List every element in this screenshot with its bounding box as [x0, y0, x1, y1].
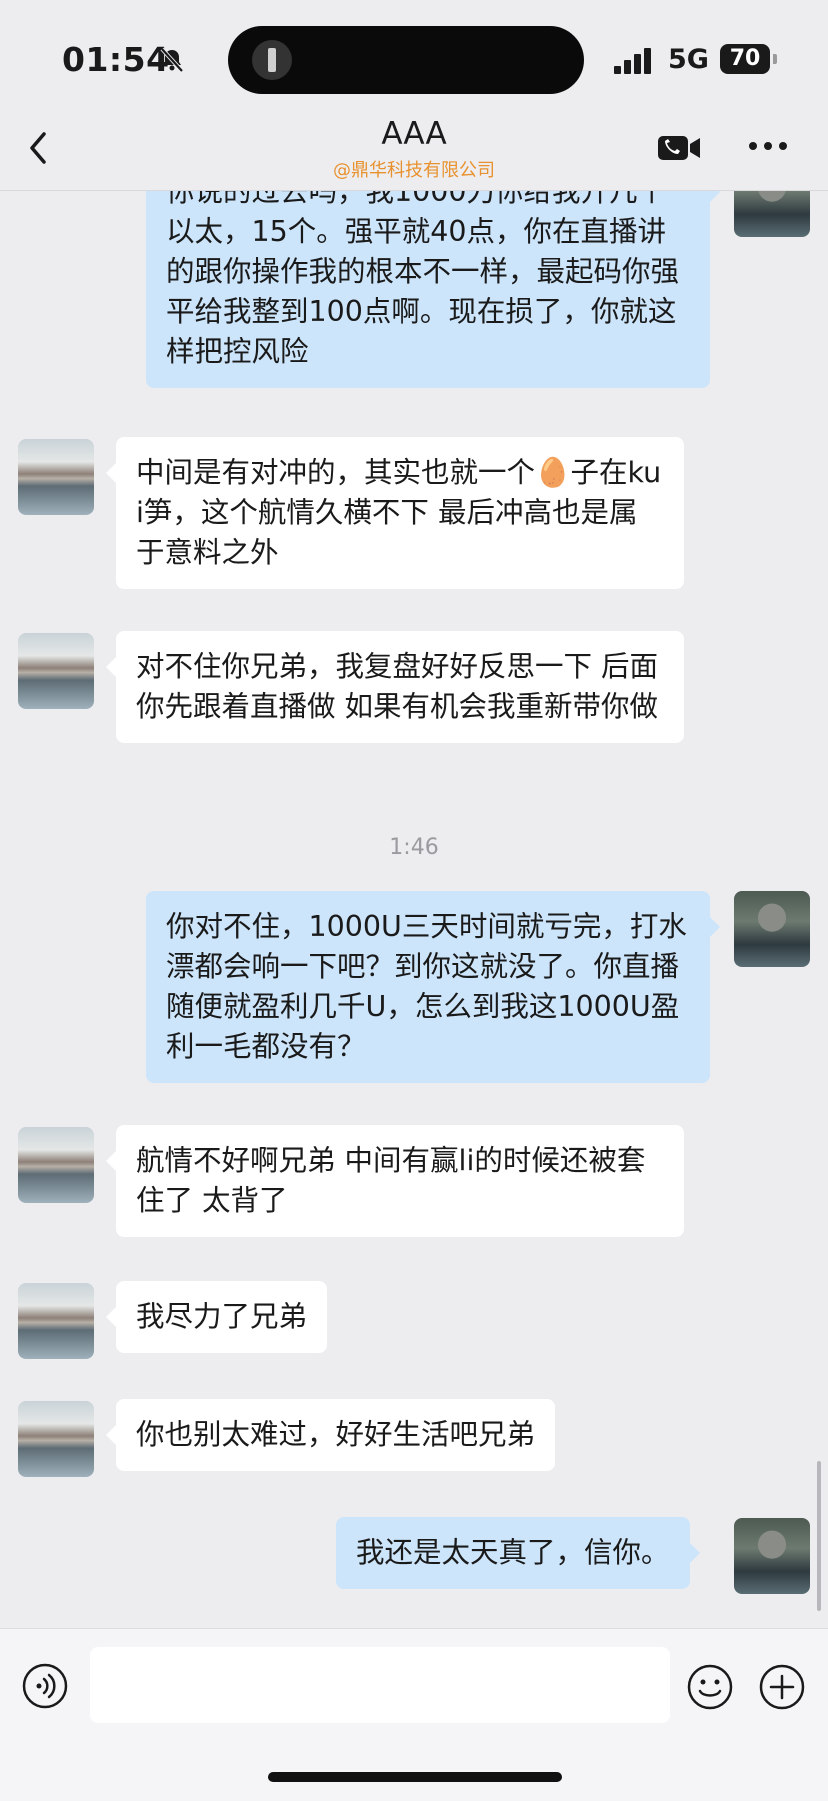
battery-icon: 70: [720, 44, 777, 74]
contact-avatar[interactable]: [18, 1127, 94, 1203]
message-bubble-incoming[interactable]: 我尽力了兄弟: [105, 1281, 328, 1353]
dynamic-island: [228, 26, 584, 94]
message-bubble-outgoing[interactable]: 你对不住，1000U三天时间就亏完，打水漂都会响一下吧？到你这就没了。你直播随便…: [146, 891, 720, 1083]
video-call-icon[interactable]: [656, 130, 702, 166]
message-bubble-outgoing[interactable]: 我还是太天真了，信你。: [336, 1517, 700, 1589]
message-bubble-incoming[interactable]: 对不住你兄弟，我复盘好好反思一下 后面你先跟着直播做 如果有机会我重新带你做: [106, 631, 684, 743]
signal-icon: [614, 48, 651, 74]
plus-icon[interactable]: [758, 1663, 806, 1711]
chat-header: AAA @鼎华科技有限公司: [0, 116, 828, 191]
voice-icon[interactable]: [22, 1663, 68, 1709]
scrollbar[interactable]: [817, 1461, 821, 1611]
message-list[interactable]: 你说的过去吗，我1000刀你给我开几个以太，15个。强平就40点，你在直播讲的跟…: [0, 191, 828, 1628]
emoji-icon[interactable]: [686, 1663, 734, 1711]
contact-avatar[interactable]: [18, 1283, 94, 1359]
home-indicator[interactable]: [268, 1772, 562, 1782]
contact-avatar[interactable]: [18, 633, 94, 709]
message-bubble-incoming[interactable]: 你也别太难过，好好生活吧兄弟: [105, 1399, 556, 1471]
chat-subtitle[interactable]: @鼎华科技有限公司: [0, 156, 828, 182]
more-dots-icon[interactable]: [748, 134, 788, 158]
flashlight-icon: [252, 40, 292, 80]
message-bubble-outgoing[interactable]: 你说的过去吗，我1000刀你给我开几个以太，15个。强平就40点，你在直播讲的跟…: [146, 191, 720, 388]
contact-avatar[interactable]: [18, 1401, 94, 1477]
my-avatar[interactable]: [734, 891, 810, 967]
message-bubble-incoming[interactable]: 航情不好啊兄弟 中间有赢li的时候还被套住了 太背了: [106, 1125, 684, 1237]
status-time: 01:54: [62, 40, 170, 79]
status-bar: 01:54 5G 70: [0, 0, 828, 120]
timestamp-divider: 1:46: [389, 835, 439, 860]
my-avatar[interactable]: [734, 1518, 810, 1594]
network-type: 5G: [668, 44, 709, 75]
message-bubble-incoming[interactable]: 中间是有对冲的，其实也就一个🥚子在kui笋，这个航情久横不下 最后冲高也是属于意…: [106, 437, 684, 589]
message-input[interactable]: [90, 1647, 670, 1723]
bell-muted-icon: [160, 47, 184, 73]
contact-avatar[interactable]: [18, 439, 94, 515]
chat-title: AAA: [381, 116, 447, 152]
my-avatar[interactable]: [734, 191, 810, 237]
